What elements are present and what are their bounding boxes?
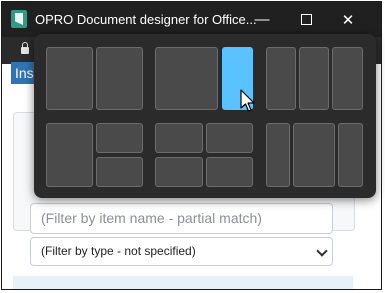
close-icon: ✕ <box>341 11 355 29</box>
name-filter-input[interactable]: (Filter by item name - partial match) <box>30 203 333 234</box>
mouse-cursor-icon <box>240 89 255 112</box>
app-icon <box>11 10 27 28</box>
type-filter-select[interactable]: (Filter by type - not specified) <box>30 237 333 266</box>
title-bar[interactable]: OPRO Document designer for Office... — ✕ <box>2 2 381 37</box>
layout-1-left-zone[interactable] <box>46 47 93 110</box>
layout-5-bottom-left-zone[interactable] <box>155 157 203 187</box>
chevron-down-icon <box>316 245 328 257</box>
minimize-icon: — <box>254 11 270 28</box>
layout-1-right-zone[interactable] <box>96 47 143 110</box>
layout-2-left-zone[interactable] <box>155 47 218 110</box>
minimize-button[interactable]: — <box>239 2 285 37</box>
snap-layouts-flyout <box>34 34 376 198</box>
type-filter-value: (Filter by type - not specified) <box>41 244 196 258</box>
layout-4-top-right-zone[interactable] <box>96 123 143 153</box>
layout-3-right-zone[interactable] <box>332 47 363 110</box>
close-button[interactable]: ✕ <box>325 2 371 37</box>
layout-4-left-zone[interactable] <box>46 123 93 187</box>
maximize-button[interactable] <box>283 2 329 37</box>
layout-5-top-right-zone[interactable] <box>206 123 253 153</box>
layout-4-bottom-right-zone[interactable] <box>96 157 143 187</box>
layout-5-top-left-zone[interactable] <box>155 123 203 153</box>
lock-icon <box>21 42 29 54</box>
window-title: OPRO Document designer for Office... <box>35 12 257 27</box>
layout-5-bottom-right-zone[interactable] <box>206 157 253 187</box>
results-strip <box>13 276 353 289</box>
layout-3-left-zone[interactable] <box>266 47 296 110</box>
layout-6-middle-zone[interactable] <box>293 123 335 187</box>
layout-3-middle-zone[interactable] <box>299 47 329 110</box>
layout-6-right-zone[interactable] <box>338 123 363 187</box>
maximize-icon <box>300 14 312 25</box>
layout-6-left-zone[interactable] <box>266 123 290 187</box>
